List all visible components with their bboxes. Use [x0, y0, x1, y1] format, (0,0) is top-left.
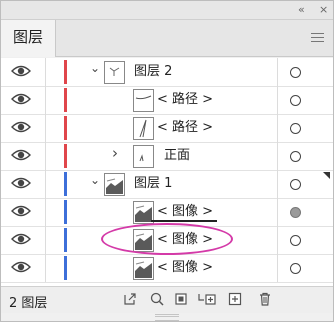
layer-color-bar: [64, 200, 67, 224]
target-icon[interactable]: [290, 207, 301, 218]
target-icon[interactable]: [290, 123, 301, 134]
layer-color-bar: [64, 60, 67, 84]
layer-thumbnail: [104, 61, 125, 84]
item-row-image[interactable]: < 图像 >: [1, 254, 333, 283]
collapse-icon[interactable]: «: [298, 2, 305, 18]
layer-color-bar: [64, 172, 67, 196]
layer-color-bar: [64, 256, 67, 280]
group-thumbnail: [133, 145, 154, 168]
name-underline: [151, 220, 217, 222]
eye-icon[interactable]: [10, 201, 32, 221]
item-name: < 路径 >: [157, 120, 214, 135]
new-layer-icon[interactable]: [227, 291, 243, 307]
layer-color-bar: [64, 116, 67, 140]
eye-icon[interactable]: [10, 145, 32, 165]
item-row-path[interactable]: < 路径 >: [1, 86, 333, 115]
layer-name: 图层 2: [134, 64, 173, 79]
chevron-down-icon[interactable]: ⌄: [90, 60, 100, 76]
chevron-down-icon[interactable]: ⌄: [90, 172, 100, 188]
trash-icon[interactable]: [257, 291, 273, 307]
search-icon[interactable]: [149, 291, 165, 307]
item-name: < 图像 >: [157, 204, 214, 219]
item-row-path[interactable]: < 路径 >: [1, 114, 333, 143]
sublayer-icon[interactable]: [197, 291, 217, 307]
target-icon[interactable]: [290, 235, 301, 246]
layer-color-bar: [64, 144, 67, 168]
eye-icon[interactable]: [10, 229, 32, 249]
eye-icon[interactable]: [10, 117, 32, 137]
panel-top-strip: « ×: [1, 1, 333, 20]
path-thumbnail: [133, 117, 154, 140]
eye-icon[interactable]: [10, 89, 32, 109]
target-icon[interactable]: [290, 179, 301, 190]
target-icon[interactable]: [290, 95, 301, 106]
layer-color-bar: [64, 88, 67, 112]
item-name: < 图像 >: [157, 260, 214, 275]
layer-count: 2 图层: [9, 296, 48, 311]
path-thumbnail: [133, 89, 154, 112]
chevron-right-icon[interactable]: ›: [112, 145, 118, 161]
layer-row-layer1[interactable]: ⌄ 图层 1: [1, 170, 333, 199]
selection-indicator-icon: [323, 172, 330, 179]
tab-layers[interactable]: 图层: [1, 20, 56, 57]
clip-mask-icon[interactable]: [173, 291, 189, 307]
resize-grip[interactable]: [155, 314, 179, 321]
image-thumbnail: [133, 257, 154, 280]
target-icon[interactable]: [290, 263, 301, 274]
panel-menu-icon[interactable]: [311, 33, 324, 43]
item-name: < 路径 >: [157, 92, 214, 107]
eye-icon[interactable]: [10, 173, 32, 193]
target-icon[interactable]: [290, 67, 301, 78]
layer-name: 图层 1: [134, 176, 173, 191]
export-icon[interactable]: [122, 291, 138, 307]
tab-bar: 图层: [1, 20, 333, 57]
close-icon[interactable]: ×: [319, 2, 328, 18]
eye-icon[interactable]: [10, 61, 32, 81]
target-icon[interactable]: [290, 151, 301, 162]
layer-color-bar: [64, 228, 67, 252]
layer-row-layer2[interactable]: ⌄ 图层 2: [1, 58, 333, 87]
group-row-front[interactable]: › 正面: [1, 142, 333, 171]
layers-panel: « × 图层 ⌄ 图层 2 < 路径 > < 路径 > › 正面 ⌄ 图层 1 …: [0, 0, 334, 322]
layer-thumbnail: [104, 173, 125, 196]
eye-icon[interactable]: [10, 257, 32, 277]
group-name: 正面: [164, 148, 191, 163]
panel-footer: 2 图层: [1, 286, 333, 313]
annotation-ellipse: [101, 223, 233, 255]
